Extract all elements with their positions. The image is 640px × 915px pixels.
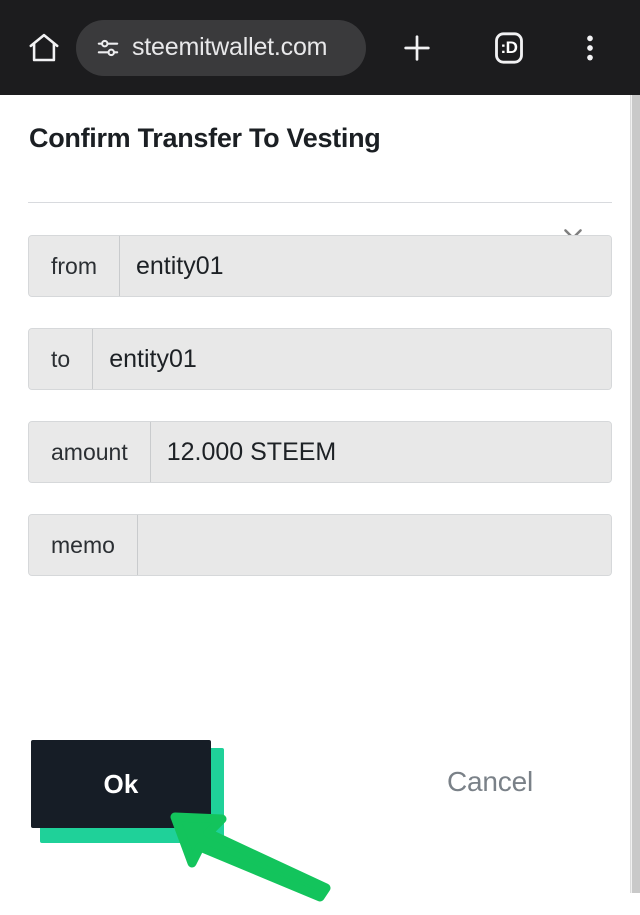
plus-icon[interactable] xyxy=(392,23,442,73)
field-value-memo xyxy=(137,515,611,575)
page-content: Confirm Transfer To Vesting from entity0… xyxy=(0,95,640,902)
url-bar[interactable]: steemitwallet.com xyxy=(76,19,366,76)
tab-counter-button[interactable]: :D xyxy=(484,23,534,73)
page-title: Confirm Transfer To Vesting xyxy=(29,123,381,153)
tab-count-label: :D xyxy=(500,37,518,57)
transfer-fields: from entity01 to entity01 amount 12.000 … xyxy=(28,235,612,607)
cancel-button[interactable]: Cancel xyxy=(447,766,533,798)
field-row-from: from entity01 xyxy=(28,235,612,297)
browser-toolbar: steemitwallet.com :D xyxy=(0,0,640,95)
header-divider xyxy=(28,202,612,203)
field-value-from: entity01 xyxy=(120,236,611,296)
field-label-amount: amount xyxy=(29,422,151,482)
field-value-amount: 12.000 STEEM xyxy=(150,422,611,482)
dialog-actions: Ok Cancel xyxy=(0,615,630,843)
field-label-from: from xyxy=(29,236,120,296)
home-icon[interactable] xyxy=(16,20,72,76)
tune-sliders-icon[interactable] xyxy=(94,34,122,62)
field-row-amount: amount 12.000 STEEM xyxy=(28,421,612,483)
field-label-to: to xyxy=(29,329,94,389)
three-dot-menu-icon[interactable] xyxy=(568,23,612,73)
scrollbar-thumb[interactable] xyxy=(632,95,640,893)
ok-button[interactable]: Ok xyxy=(31,740,211,828)
scrollbar[interactable] xyxy=(630,95,640,893)
field-row-to: to entity01 xyxy=(28,328,612,390)
field-row-memo: memo xyxy=(28,514,612,576)
url-text: steemitwallet.com xyxy=(132,33,328,61)
field-value-to: entity01 xyxy=(93,329,611,389)
dialog-header: Confirm Transfer To Vesting xyxy=(0,95,630,203)
field-label-memo: memo xyxy=(29,515,138,575)
